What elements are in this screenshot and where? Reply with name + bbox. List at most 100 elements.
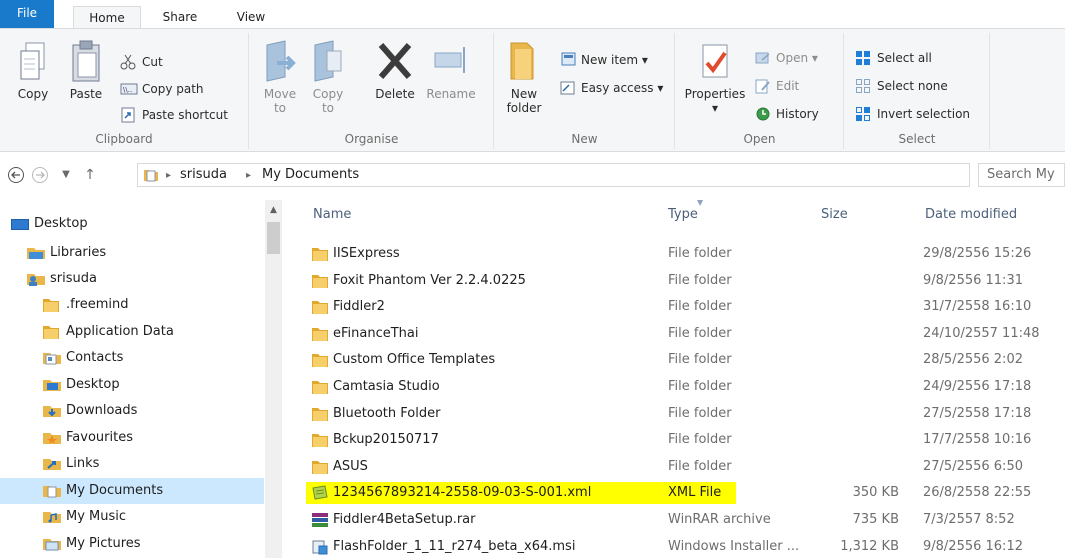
file-date-modified: 26/8/2558 22:55	[923, 485, 1032, 500]
file-date-modified: 24/9/2556 17:18	[923, 379, 1032, 394]
open-button[interactable]: Open ▾	[754, 47, 818, 69]
file-row[interactable]: IISExpress File folder 29/8/2556 15:26	[283, 241, 1065, 267]
up-button[interactable]: ↑	[80, 164, 100, 186]
sort-indicator-icon: ▼	[697, 200, 704, 207]
file-type: File folder	[668, 326, 732, 341]
file-date-modified: 9/8/2556 11:31	[923, 273, 1023, 288]
nav-item-label: My Documents	[66, 483, 164, 498]
file-type: File folder	[668, 299, 732, 314]
copy-path-button[interactable]: \\.. Copy path	[120, 78, 204, 100]
delete-button[interactable]: Delete	[370, 39, 420, 101]
group-label-clipboard: Clipboard	[95, 132, 153, 146]
breadcrumb-my-documents[interactable]: My Documents	[262, 166, 359, 184]
cut-button[interactable]: Cut	[120, 51, 163, 73]
file-row[interactable]: Bckup20150717 File folder 17/7/2558 10:16	[283, 427, 1065, 453]
nav-item-srisuda[interactable]: srisuda	[0, 266, 264, 292]
copy-icon	[20, 42, 45, 80]
nav-item-my-music[interactable]: My Music	[0, 504, 264, 530]
file-date-modified: 31/7/2558 16:10	[923, 299, 1032, 314]
nav-item-contacts[interactable]: Contacts	[0, 345, 264, 371]
new-item-button[interactable]: New item ▾	[559, 49, 648, 71]
forward-button[interactable]	[30, 164, 50, 186]
file-size: 1,312 KB	[840, 539, 899, 554]
address-bar[interactable]: ▸ srisuda ▸ My Documents ∨ ↻	[137, 163, 970, 187]
file-row[interactable]: Camtasia Studio File folder 24/9/2556 17:1…	[283, 374, 1065, 400]
nav-item-application-data[interactable]: Application Data	[0, 319, 264, 345]
file-row[interactable]: Fiddler2 File folder 31/7/2558 16:10	[283, 294, 1065, 320]
search-input[interactable]: Search My	[978, 163, 1065, 187]
column-header-name[interactable]: Name	[313, 206, 351, 224]
file-row[interactable]: Foxit Phantom Ver 2.2.4.0225 File folder 9…	[283, 268, 1065, 294]
nav-item-desktop[interactable]: Desktop	[0, 372, 264, 398]
file-type: Windows Installer ...	[668, 539, 800, 554]
nav-item-label: srisuda	[50, 271, 97, 286]
nav-item-links[interactable]: Links	[0, 451, 264, 477]
rename-button[interactable]: Rename	[424, 39, 478, 101]
select-none-icon	[855, 78, 871, 101]
move-to-icon	[266, 40, 296, 82]
file-row[interactable]: Custom Office Templates File folder 28/5/2…	[283, 347, 1065, 373]
select-all-button[interactable]: Select all	[855, 47, 932, 69]
file-size: 350 KB	[852, 485, 899, 500]
tab-view[interactable]: View	[226, 6, 276, 29]
file-name: eFinanceThai	[333, 326, 419, 341]
nav-item-my-pictures[interactable]: My Pictures	[0, 531, 264, 557]
nav-item-desktop[interactable]: Desktop	[0, 211, 264, 237]
file-date-modified: 24/10/2557 11:48	[923, 326, 1040, 341]
file-date-modified: 28/5/2556 2:02	[923, 352, 1023, 367]
back-button[interactable]	[6, 164, 26, 186]
file-row[interactable]: FlashFolder_1_11_r274_beta_x64.msi Window…	[283, 534, 1065, 558]
copy-to-icon	[314, 40, 342, 82]
open-label: Open	[776, 51, 809, 65]
tab-home[interactable]: Home	[73, 6, 141, 30]
easy-access-button[interactable]: Easy access ▾	[559, 77, 663, 99]
file-name: Custom Office Templates	[333, 352, 496, 367]
easy-access-label: Easy access	[581, 81, 654, 95]
file-list: ▼ Name Type Size Date modified IISExpres…	[283, 200, 1065, 558]
column-header-date[interactable]: Date modified	[925, 206, 1017, 224]
file-row[interactable]: 1234567893214-2558-09-03-S-001.xml XML Fi…	[283, 480, 1065, 506]
new-folder-button[interactable]: New folder	[503, 39, 545, 115]
breadcrumb-srisuda[interactable]: srisuda	[180, 166, 227, 184]
column-header-size[interactable]: Size	[821, 206, 848, 224]
paste-button[interactable]: Paste	[64, 39, 108, 101]
group-label-select: Select	[898, 132, 936, 146]
paste-shortcut-button[interactable]: Paste shortcut	[120, 104, 228, 126]
file-date-modified: 9/8/2556 16:12	[923, 539, 1023, 554]
file-name: ASUS	[333, 459, 368, 474]
file-row[interactable]: Fiddler4BetaSetup.rar WinRAR archive 735 K…	[283, 507, 1065, 533]
tab-share[interactable]: Share	[150, 6, 210, 29]
recent-locations-button[interactable]: ▼	[56, 164, 76, 186]
pictures-icon	[42, 536, 62, 558]
nav-item-my-documents[interactable]: My Documents	[0, 478, 264, 504]
nav-item-favourites[interactable]: Favourites	[0, 425, 264, 451]
edit-button[interactable]: Edit	[754, 75, 799, 97]
file-name: FlashFolder_1_11_r274_beta_x64.msi	[333, 539, 576, 554]
copy-to-button[interactable]: Copy to	[308, 39, 348, 115]
copy-button[interactable]: Copy	[14, 39, 52, 101]
scroll-thumb[interactable]	[267, 222, 280, 254]
file-row[interactable]: Bluetooth Folder File folder 27/5/2558 17:…	[283, 401, 1065, 427]
properties-button[interactable]: Properties ▾	[682, 39, 748, 115]
history-button[interactable]: History	[754, 103, 819, 125]
tab-file[interactable]: File	[0, 0, 54, 29]
breadcrumb-separator-icon: ▸	[166, 170, 172, 181]
nav-item-libraries[interactable]: Libraries	[0, 240, 264, 266]
invert-selection-button[interactable]: Invert selection	[855, 103, 970, 125]
file-row[interactable]: eFinanceThai File folder 24/10/2557 11:48	[283, 321, 1065, 347]
nav-item-downloads[interactable]: Downloads	[0, 398, 264, 424]
file-row[interactable]: ASUS File folder 27/5/2556 6:50	[283, 454, 1065, 480]
file-type: XML File	[668, 485, 722, 500]
edit-label: Edit	[776, 79, 800, 93]
select-none-button[interactable]: Select none	[855, 75, 948, 97]
paste-label: Paste	[69, 87, 103, 101]
nav-item-freemind[interactable]: .freemind	[0, 292, 264, 318]
move-to-button[interactable]: Move to	[260, 39, 300, 115]
group-clipboard: Copy Paste Cut \\.. Copy path Paste shor…	[0, 33, 249, 149]
column-header-type[interactable]: Type	[668, 206, 698, 224]
paste-shortcut-label: Paste shortcut	[142, 108, 228, 122]
scroll-up-icon[interactable]: ▲	[265, 202, 282, 218]
group-organise: Move to Copy to Delete Rename Organise	[250, 33, 494, 149]
file-size: 735 KB	[852, 512, 899, 527]
nav-scrollbar[interactable]: ▲	[265, 200, 282, 558]
